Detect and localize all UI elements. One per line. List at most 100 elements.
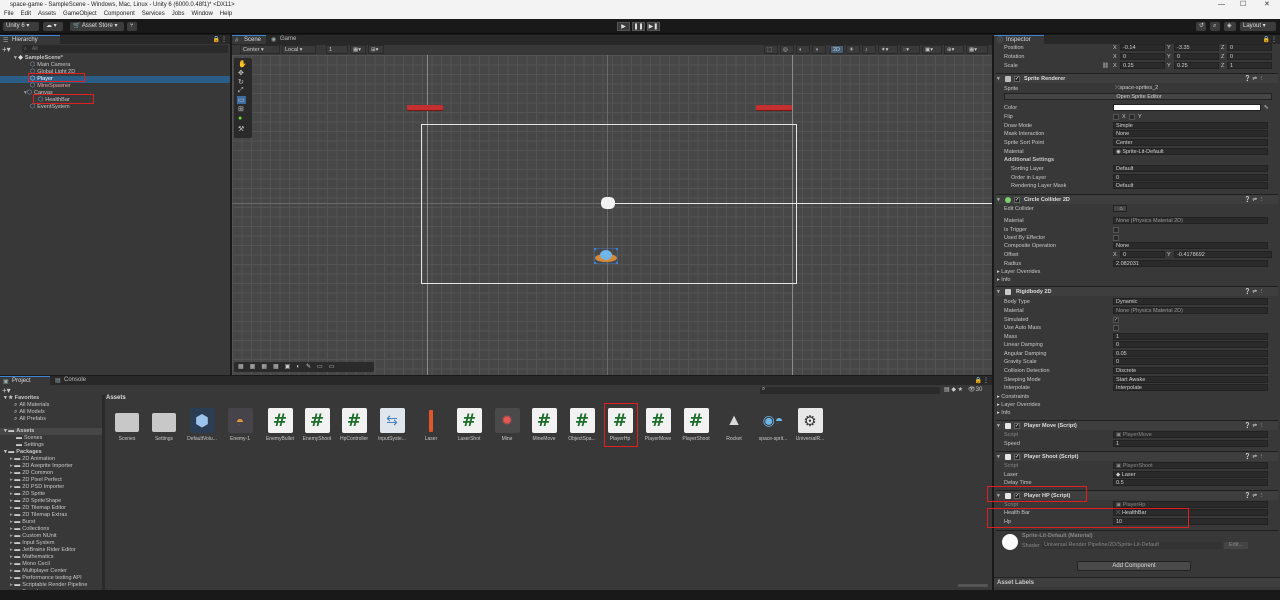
sort-point-dropdown[interactable]: Center — [1113, 139, 1268, 146]
asset-item[interactable]: ⚙ UniversalR... — [792, 408, 828, 442]
menu-edit[interactable]: Edit — [21, 10, 31, 19]
speed-field[interactable]: 1 — [1113, 440, 1268, 447]
constraints-row[interactable]: ▸ Constraints — [996, 393, 1276, 401]
hidden-objects-icon[interactable]: ◌▾ — [900, 45, 920, 54]
order-field[interactable]: 0 — [1113, 174, 1268, 181]
simulated-checkbox[interactable]: ✓ — [1113, 317, 1119, 323]
package-item[interactable]: ▸ ▬ 2D PSD Importer — [0, 484, 102, 491]
cloud-button[interactable]: ☁ ▾ — [43, 22, 63, 31]
mask-dropdown[interactable]: None — [1113, 130, 1268, 137]
flip-x-checkbox[interactable] — [1113, 114, 1119, 120]
audio-icon[interactable]: ♪ — [862, 45, 876, 54]
collider-material-field[interactable]: None (Physics Material 2D) — [1113, 217, 1268, 224]
asset-item[interactable]: ◓ Enemy-1 — [222, 408, 258, 442]
material-preview[interactable]: Sprite-Lit-Default (Material) Shader Uni… — [996, 530, 1278, 552]
asset-item[interactable]: Settings — [146, 408, 182, 442]
folder-scenes[interactable]: ▬ Scenes — [0, 435, 102, 442]
effects-icon[interactable]: ✦▾ — [878, 45, 898, 54]
transform-tool-icon[interactable]: ⊞ — [238, 105, 244, 113]
menu-services[interactable]: Services — [142, 10, 165, 19]
package-item[interactable]: ▸ ▬ 2D Pixel Perfect — [0, 477, 102, 484]
menu-gameobject[interactable]: GameObject — [63, 10, 97, 19]
step-button[interactable]: ▶❚ — [647, 22, 660, 31]
package-item[interactable]: ▸ ▬ 2D Sprite — [0, 491, 102, 498]
hierarchy-item-eventsystem[interactable]: ⬡ EventSystem — [0, 104, 230, 111]
assets-root[interactable]: ▾ ▬ Assets — [0, 428, 102, 435]
hierarchy-item-minespawner[interactable]: ⬡ MineSpawner — [0, 83, 230, 90]
scene-options-icon[interactable]: ▦▾ — [966, 45, 988, 54]
grid-snap-field[interactable]: 1 — [326, 45, 348, 54]
menu-file[interactable]: File — [4, 10, 14, 19]
scale-z-field[interactable]: 1 — [1227, 62, 1272, 69]
package-item[interactable]: ▸ ▬ Input System — [0, 540, 102, 547]
component-menu-icons[interactable]: ❔ ⇌ ⋮ — [1244, 421, 1264, 431]
tab-inspector[interactable]: ⓘ Inspector — [994, 35, 1044, 44]
minimize-button[interactable]: — — [1218, 0, 1225, 10]
eyedropper-icon[interactable]: ✎ — [1264, 104, 1269, 112]
mode-2d-button[interactable]: 2D — [830, 45, 844, 54]
hierarchy-item-main-camera[interactable]: ⬡ Main Camera — [0, 62, 230, 69]
menu-window[interactable]: Window — [191, 10, 212, 19]
package-item[interactable]: ▸ ▬ Performance testing API — [0, 575, 102, 582]
shader-edit-button[interactable]: Edit... — [1224, 542, 1248, 549]
component-menu-icons[interactable]: ❔ ⇌ ⋮ — [1244, 287, 1264, 297]
asset-item[interactable]: ◉◓ space-sprit... — [755, 408, 791, 442]
sprite-field[interactable]: ⤫space-sprites_2 — [1113, 85, 1268, 92]
asset-item[interactable]: # EnemyBullet — [262, 408, 298, 442]
tool-settings-icon[interactable]: ⚒ — [238, 125, 244, 133]
composite-dropdown[interactable]: None — [1113, 242, 1268, 249]
kebab-menu-icon[interactable]: ⋮ — [983, 377, 989, 384]
unity-account-button[interactable]: Unity 6 ▾ — [3, 22, 39, 31]
package-item[interactable]: ▸ ▬ 2D Tilemap Editor — [0, 505, 102, 512]
undo-history-icon[interactable]: ↺ — [1196, 22, 1206, 31]
source-control-icon[interactable]: ⑂ — [127, 22, 137, 31]
folder-tree-scrollbar[interactable] — [102, 395, 105, 600]
rb-layer-overrides-row[interactable]: ▸ Layer Overrides — [996, 401, 1276, 409]
circle-collider-header[interactable]: ▾ ✓ Circle Collider 2D ❔ ⇌ ⋮ — [996, 194, 1278, 204]
lighting-icon[interactable]: ☀ — [846, 45, 860, 54]
pause-button[interactable]: ❚❚ — [632, 22, 645, 31]
gizmos-dropdown[interactable]: ⊕▾ — [944, 45, 964, 54]
asset-labels-bar[interactable]: Asset Labels — [994, 577, 1280, 587]
package-item[interactable]: ▸ ▬ Custom NUnit — [0, 533, 102, 540]
move-tool-icon[interactable]: ✥ — [238, 69, 244, 77]
maximize-button[interactable]: ☐ — [1240, 0, 1246, 10]
rb-info-row[interactable]: ▸ Info — [996, 409, 1276, 417]
create-asset-button[interactable]: +▾ — [2, 386, 11, 395]
player-ship-sprite[interactable] — [593, 247, 619, 265]
kebab-menu-icon[interactable]: ⋮ — [1271, 36, 1277, 43]
sprite-renderer-header[interactable]: ▾ ✓ Sprite Renderer ❔ ⇌ ⋮ — [996, 73, 1278, 83]
asset-item[interactable]: ⬢ DefaultVolu... — [184, 408, 220, 442]
rotation-z-field[interactable]: 0 — [1227, 53, 1272, 60]
package-item[interactable]: ▸ ▬ JetBrains Rider Editor — [0, 547, 102, 554]
asset-item[interactable]: # PlayerMove — [640, 408, 676, 442]
laser-field[interactable]: ◆ Laser — [1113, 471, 1268, 478]
scale-x-field[interactable]: 0.25 — [1120, 62, 1165, 69]
asset-item[interactable]: Scenes — [109, 408, 145, 442]
player-move-header[interactable]: ▾ ✓ Player Move (Script) ❔ ⇌ ⋮ — [996, 420, 1278, 430]
rendering-layer-dropdown[interactable]: Default — [1113, 182, 1268, 189]
asset-item[interactable]: ✹ Mine — [489, 408, 525, 442]
tab-project[interactable]: ▣ Project — [0, 376, 50, 385]
constrain-link-icon[interactable]: ⛓ — [1102, 62, 1109, 70]
menu-help[interactable]: Help — [220, 10, 232, 19]
asset-item[interactable]: Laser — [413, 408, 449, 442]
package-item[interactable]: ▸ ▬ Mathematics — [0, 554, 102, 561]
linear-damping-field[interactable]: 0 — [1113, 341, 1268, 348]
package-item[interactable]: ▸ ▬ Multiplayer Center — [0, 568, 102, 575]
favorite-all-prefabs[interactable]: ⌕ All Prefabs — [0, 416, 102, 423]
rotation-y-field[interactable]: 0 — [1174, 53, 1219, 60]
package-item[interactable]: ▸ ▬ 2D Tilemap Extras — [0, 512, 102, 519]
hand-tool-icon[interactable]: ✋ — [238, 60, 247, 68]
grid-visibility-button[interactable]: ▦▾ — [350, 45, 366, 54]
kebab-menu-icon[interactable]: ⋮ — [221, 36, 227, 43]
circle-collider-enabled-checkbox[interactable]: ✓ — [1014, 197, 1020, 203]
sorting-layer-dropdown[interactable]: Default — [1113, 165, 1268, 172]
filter-icons[interactable]: ▤ ◆ ★ — [944, 386, 963, 393]
rigidbody-header[interactable]: ▾ Rigidbody 2D ❔ ⇌ ⋮ — [996, 286, 1278, 296]
tab-console[interactable]: ▤ Console — [52, 376, 100, 385]
project-search-input[interactable]: ⌕ — [760, 386, 940, 394]
offset-y-field[interactable]: -0.4178692 — [1174, 251, 1272, 258]
player-shoot-header[interactable]: ▾ ✓ Player Shoot (Script) ❔ ⇌ ⋮ — [996, 451, 1278, 461]
favorite-all-materials[interactable]: ⌕ All Materials — [0, 402, 102, 409]
